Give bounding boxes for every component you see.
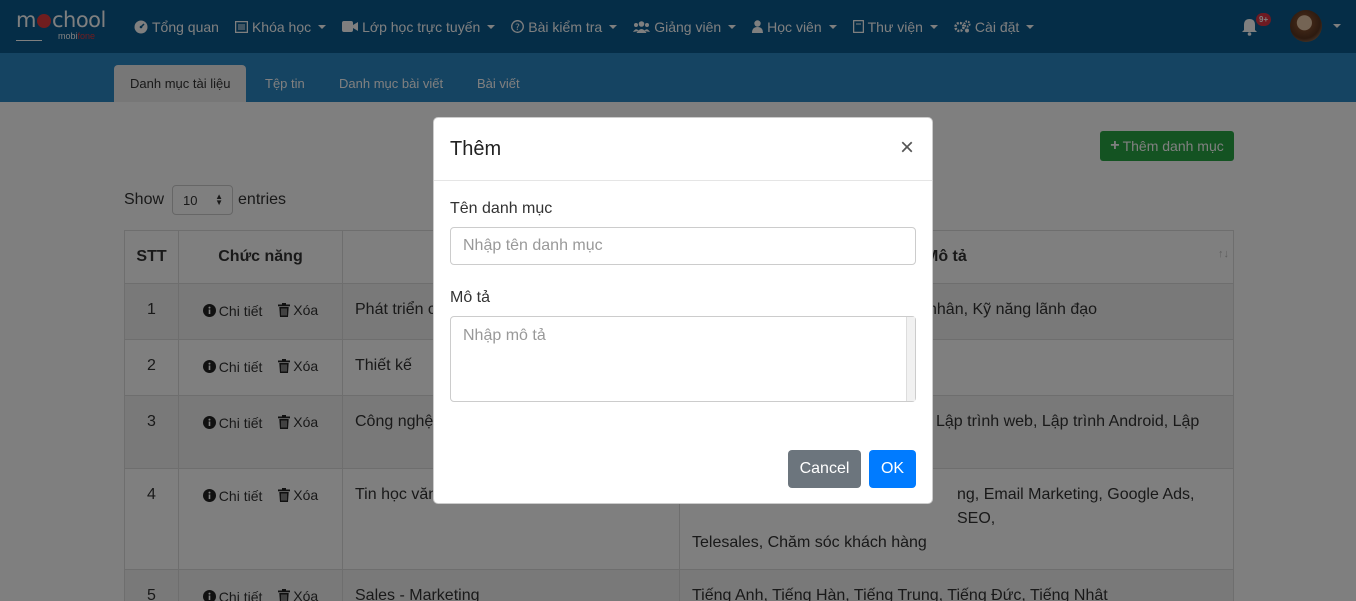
cancel-button[interactable]: Cancel — [788, 450, 861, 488]
textarea-scrollbar[interactable] — [906, 317, 915, 401]
add-category-modal: Thêm × Tên danh mục Nhập tên danh mục Mô… — [433, 117, 933, 504]
description-label: Mô tả — [450, 289, 491, 306]
ok-button[interactable]: OK — [869, 450, 916, 488]
category-name-placeholder: Nhập tên danh mục — [463, 237, 603, 254]
category-name-input[interactable]: Nhập tên danh mục — [450, 227, 916, 265]
modal-header: Thêm × — [434, 118, 932, 181]
description-placeholder: Nhập mô tả — [463, 327, 546, 344]
category-name-label: Tên danh mục — [450, 200, 553, 217]
modal-title: Thêm — [450, 138, 502, 160]
description-textarea[interactable]: Nhập mô tả — [450, 316, 916, 402]
close-icon[interactable]: × — [900, 136, 914, 160]
